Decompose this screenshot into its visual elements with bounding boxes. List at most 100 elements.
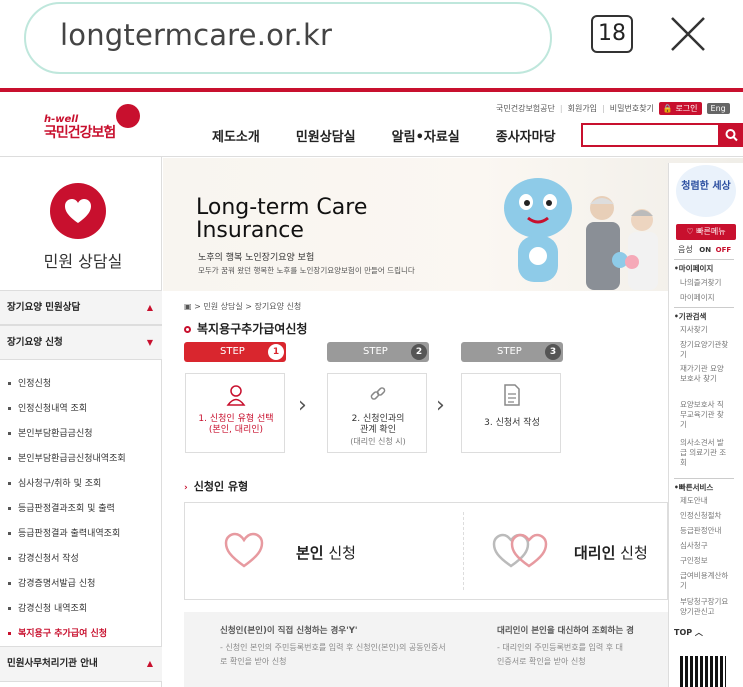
sidebar-menu-ltc-consult[interactable]: 장기요양 민원상담 ▲ (0, 290, 162, 325)
type-divider (463, 512, 464, 590)
section-title: › 신청인 유형 (184, 480, 249, 493)
sidebar-item[interactable]: 등급판정결과조회 및 출력 (8, 501, 115, 514)
search-icon (725, 129, 738, 142)
nav-worker-zone[interactable]: 종사자마당 (496, 126, 556, 145)
login-label: 로그인 (675, 104, 698, 113)
home-icon[interactable]: ▣ (184, 302, 192, 311)
quick-item[interactable]: 의사소견서 발급 의료기관 조회 (680, 438, 730, 468)
quick-item[interactable]: 재가기관 요양보호사 찾기 (680, 364, 730, 384)
qr-code (680, 656, 726, 687)
nav-civil-consult[interactable]: 민원상담실 (296, 126, 356, 145)
self-desc-body: - 신청인 본인의 주민등록번호를 입력 후 신청인(본인)의 공동인증서로 확… (220, 643, 446, 666)
sidebar-item[interactable]: 인정신청 (8, 376, 51, 389)
step-label: 1. 신청인 유형 선택 (본인, 대리인) (198, 414, 274, 435)
link-icon (370, 387, 386, 400)
voice-on[interactable]: ON (699, 246, 711, 254)
chevron-right-icon: › (298, 393, 307, 418)
banner-subtitle: 노후의 행복 노인장기요양 보험 (198, 253, 315, 263)
caret-down-icon: ▼ (146, 338, 153, 347)
util-link-find-password[interactable]: 비밀번호찾기 (610, 103, 654, 114)
close-icon[interactable] (668, 14, 708, 54)
main-navigation: 제도소개 민원상담실 알림•자료실 종사자마당 (212, 126, 556, 145)
english-button[interactable]: Eng (706, 103, 730, 114)
quick-item[interactable]: 급여비용계산하기 (680, 571, 730, 591)
sidebar-item[interactable]: 본인부담환급금신청 (8, 426, 93, 439)
sidebar-item[interactable]: 감경신청 내역조회 (8, 601, 87, 614)
agent-hearts-icon[interactable] (491, 530, 549, 570)
person-icon (226, 385, 246, 406)
voice-label: 음성 (678, 245, 693, 254)
caret-up-icon: ▲ (146, 659, 153, 668)
section-arrow-icon: › (184, 483, 188, 493)
quick-item[interactable]: 지사찾기 (680, 325, 730, 335)
self-apply-button[interactable]: 본인 신청 (296, 542, 356, 563)
util-link-signup[interactable]: 회원가입 (568, 103, 597, 114)
elderly-couple-photo (586, 196, 658, 290)
quick-item[interactable]: 마이페이지 (680, 293, 730, 303)
step-label: 3. 신청서 작성 (484, 418, 540, 428)
sidebar-item[interactable]: 본인부담환급금신청내역조회 (8, 451, 126, 464)
sidebar-item[interactable]: 감경증명서발급 신청 (8, 576, 95, 589)
sidebar-menu-label: 장기요양 신청 (7, 337, 63, 348)
search-input[interactable] (581, 123, 720, 147)
sidebar-menu-ltc-apply[interactable]: 장기요양 신청 ▼ (0, 325, 162, 360)
banner-title-line: Insurance (196, 218, 304, 243)
document-icon (504, 384, 520, 406)
quick-item[interactable]: 장기요양기관찾기 (680, 340, 730, 360)
quick-item[interactable]: 나의즐겨찾기 (680, 278, 730, 288)
quick-item[interactable]: 부당청구장기요양기관신고 (680, 597, 730, 617)
voice-off[interactable]: OFF (716, 246, 732, 254)
self-desc-title: 신청인(본인)이 직접 신청하는 경우'Y' (220, 626, 358, 636)
mascot-illustration (504, 178, 572, 282)
util-link-nhis[interactable]: 국민건강보험공단 (496, 103, 555, 114)
nav-notice-data[interactable]: 알림•자료실 (392, 126, 460, 145)
site-logo[interactable]: 국민건강보험 (44, 122, 116, 142)
quick-section-head: •빠른서비스 (674, 478, 734, 493)
search-button[interactable] (720, 123, 743, 147)
step-indicator-1: STEP 1 (184, 342, 286, 362)
quick-item[interactable]: 등급판정안내 (680, 526, 730, 536)
step-box-2: 2. 신청인과의 관계 확인 (대리인 신청 시) (327, 373, 427, 453)
quick-menu-label: 빠른메뉴 (696, 227, 726, 236)
breadcrumb-item[interactable]: 장기요양 신청 (255, 302, 302, 311)
utility-links: 국민건강보험공단 | 회원가입 | 비밀번호찾기 🔒 로그인 Eng (496, 102, 730, 115)
quick-menu-toggle[interactable]: ♡ 빠른메뉴 (676, 224, 736, 240)
step-indicator-2: STEP 2 (327, 342, 429, 362)
sidebar-item[interactable]: 등급판정결과 출력내역조회 (8, 526, 120, 539)
sidebar-item[interactable]: 인정신청내역 조회 (8, 401, 87, 414)
quick-item[interactable]: 인정신청절차 (680, 511, 730, 521)
quick-section-head: •마이페이지 (674, 259, 734, 274)
quick-item[interactable]: 구인정보 (680, 556, 730, 566)
badge-text: 청렴한 세상 (681, 181, 731, 192)
sidebar-menu-label: 장기요양 민원상담 (7, 302, 81, 313)
login-button[interactable]: 🔒 로그인 (658, 102, 702, 115)
nav-system-intro[interactable]: 제도소개 (212, 126, 260, 145)
chevron-right-icon: › (436, 393, 445, 418)
quick-item[interactable]: 심사청구 (680, 541, 730, 551)
quick-item[interactable]: 제도안내 (680, 496, 730, 506)
breadcrumb: ▣ > 민원 상담실 > 장기요양 신청 (184, 302, 302, 311)
agent-apply-button[interactable]: 대리인 신청 (574, 542, 648, 563)
voice-toggle[interactable]: 음성 ON OFF (678, 244, 731, 255)
sidebar-item[interactable]: 심사청구/취하 및 조회 (8, 476, 101, 489)
integrity-badge[interactable]: 청렴한 세상 (676, 165, 736, 217)
step-indicator-3: STEP 3 (461, 342, 563, 362)
agent-desc-title: 대리인이 본인을 대신하여 조회하는 경 (497, 626, 634, 636)
self-heart-icon[interactable] (222, 530, 266, 570)
breadcrumb-item[interactable]: 민원 상담실 (203, 302, 242, 311)
agent-desc-body: - 대리인의 주민등록번호를 입력 후 대 인증서로 확인을 받아 신청 (497, 643, 624, 666)
title-bullet-icon (184, 326, 191, 333)
logo-emblem-icon (116, 104, 140, 128)
sidebar-item[interactable]: 감경신청서 작성 (8, 551, 79, 564)
sidebar-item-active[interactable]: 복지용구 추가급여 신청 (8, 626, 107, 639)
url-text[interactable]: longtermcare.or.kr (60, 18, 332, 52)
sidebar-menu-agency-guide[interactable]: 민원사무처리기관 안내 ▲ (0, 646, 162, 682)
step-label: 2. 신청인과의 관계 확인 (대리인 신청 시) (350, 414, 406, 446)
step-box-3: 3. 신청서 작성 (461, 373, 561, 453)
scroll-top-button[interactable]: TOP ︿ (674, 627, 703, 638)
quick-item[interactable]: 요양보호사 직무교육기관 찾기 (680, 400, 730, 430)
page-title: 복지용구추가급여신청 (184, 320, 307, 337)
caret-up-icon: ▲ (146, 303, 153, 312)
banner-title: Long-term Care Insurance (196, 196, 456, 242)
tab-count-button[interactable]: 18 (591, 15, 633, 53)
